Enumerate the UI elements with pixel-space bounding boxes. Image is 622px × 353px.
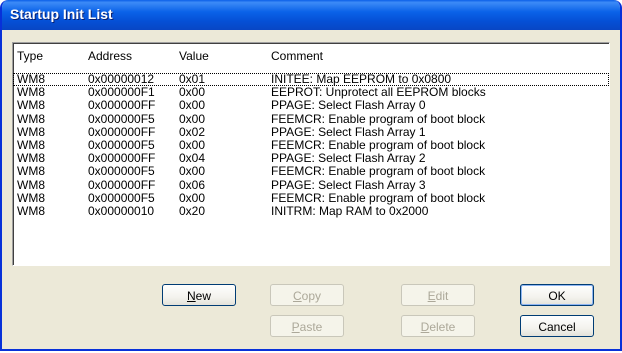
header-address: Address <box>88 49 133 63</box>
cell-value: 0x00 <box>179 85 206 100</box>
cell-comment: FEEMCR: Enable program of boot block <box>271 164 486 179</box>
cell-value: 0x00 <box>179 111 206 126</box>
list-item[interactable]: WM8 0x000000F5 0x00 FEEMCR: Enable program … <box>13 165 609 178</box>
cell-address: 0x000000F5 <box>88 138 155 152</box>
cell-type: WM8 <box>17 190 45 205</box>
cell-value: 0x20 <box>179 204 206 218</box>
button-bar: New Copy Paste Edit Delete OK Cancel <box>2 268 620 349</box>
cell-address: 0x000000FF <box>88 98 156 113</box>
cell-address: 0x00000010 <box>88 204 155 218</box>
cell-comment: INITRM: Map RAM to 0x2000 <box>271 204 429 218</box>
cell-comment: PPAGE: Select Flash Array 3 <box>271 177 426 192</box>
cell-type: WM8 <box>17 164 45 179</box>
cell-address: 0x000000FF <box>88 124 156 139</box>
cell-comment: PPAGE: Select Flash Array 2 <box>271 151 426 166</box>
cell-value: 0x00 <box>179 190 206 205</box>
cell-address: 0x000000F5 <box>88 164 155 179</box>
list-item[interactable]: WM8 0x000000FF 0x04 PPAGE: Select Flash Arr… <box>13 152 609 165</box>
cell-type: WM8 <box>17 124 45 139</box>
cell-comment: INITEE: Map EEPROM to 0x0800 <box>271 72 452 86</box>
header-type: Type <box>17 49 44 63</box>
list-item[interactable]: WM8 0x000000F5 0x00 FEEMCR: Enable program … <box>13 190 609 205</box>
cell-comment: PPAGE: Select Flash Array 0 <box>271 98 426 113</box>
list-item[interactable]: WM8 0x00000012 0x01 INITEE: Map EEPROM to 0… <box>13 73 609 86</box>
startup-init-list-dialog: Startup Init List Type Address Value Com… <box>0 0 622 351</box>
cell-type: WM8 <box>17 138 45 152</box>
cell-type: WM8 <box>17 151 45 166</box>
cell-type: WM8 <box>17 204 45 218</box>
cell-comment: FEEMCR: Enable program of boot block <box>271 111 486 126</box>
delete-button[interactable]: Delete <box>401 315 475 337</box>
paste-button[interactable]: Paste <box>270 315 344 337</box>
list-item[interactable]: WM8 0x000000FF 0x02 PPAGE: Select Flash Arr… <box>13 124 609 139</box>
cell-address: 0x00000012 <box>88 72 155 86</box>
cell-type: WM8 <box>17 72 45 86</box>
cell-address: 0x000000FF <box>88 151 156 166</box>
cell-comment: EEPROT: Unprotect all EEPROM blocks <box>271 85 486 100</box>
cell-value: 0x00 <box>179 138 206 152</box>
cell-value: 0x00 <box>179 164 206 179</box>
copy-button[interactable]: Copy <box>270 284 344 306</box>
cell-type: WM8 <box>17 98 45 113</box>
list-header: Type Address Value Comment <box>13 50 609 63</box>
list-item[interactable]: WM8 0x000000FF 0x00 PPAGE: Select Flash Arr… <box>13 99 609 112</box>
cell-type: WM8 <box>17 85 45 100</box>
ok-button[interactable]: OK <box>520 284 594 306</box>
header-value: Value <box>179 49 209 63</box>
cell-value: 0x06 <box>179 177 206 192</box>
cell-comment: FEEMCR: Enable program of boot block <box>271 190 486 205</box>
header-comment: Comment <box>271 49 324 63</box>
cell-value: 0x04 <box>179 151 206 166</box>
list-item[interactable]: WM8 0x000000F1 0x00 EEPROT: Unprotect all E… <box>13 86 609 99</box>
cell-comment: FEEMCR: Enable program of boot block <box>271 138 486 152</box>
cell-address: 0x000000F1 <box>88 85 155 100</box>
list-item[interactable]: WM8 0x000000F5 0x00 FEEMCR: Enable program … <box>13 111 609 126</box>
cancel-button[interactable]: Cancel <box>520 315 594 337</box>
cell-type: WM8 <box>17 111 45 126</box>
cell-value: 0x00 <box>179 98 206 113</box>
cell-address: 0x000000FF <box>88 177 156 192</box>
new-button[interactable]: New <box>162 284 236 306</box>
cell-address: 0x000000F5 <box>88 190 155 205</box>
title-bar[interactable]: Startup Init List <box>2 0 620 30</box>
cell-value: 0x02 <box>179 124 206 139</box>
cell-address: 0x000000F5 <box>88 111 155 126</box>
list-item[interactable]: WM8 0x00000010 0x20 INITRM: Map RAM to 0x20… <box>13 205 609 218</box>
cell-type: WM8 <box>17 177 45 192</box>
edit-button[interactable]: Edit <box>401 284 475 306</box>
cell-comment: PPAGE: Select Flash Array 1 <box>271 124 426 139</box>
list-item[interactable]: WM8 0x000000F5 0x00 FEEMCR: Enable program … <box>13 139 609 152</box>
window-title: Startup Init List <box>10 6 113 22</box>
list-item[interactable]: WM8 0x000000FF 0x06 PPAGE: Select Flash Arr… <box>13 177 609 192</box>
cell-value: 0x01 <box>179 72 206 86</box>
init-list[interactable]: Type Address Value Comment WM8 0x00000012… <box>12 42 610 266</box>
